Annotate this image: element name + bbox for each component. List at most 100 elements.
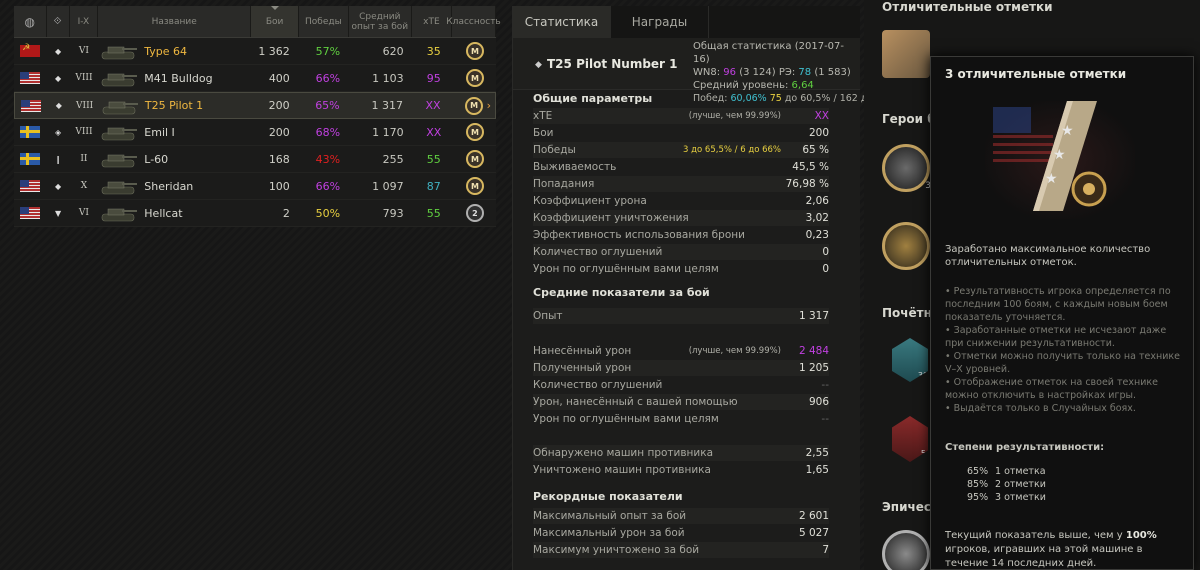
wins-cell: 43%: [300, 146, 350, 172]
chevron-right-icon: ›: [486, 99, 491, 112]
wins-line-current: 60,06%: [730, 93, 767, 104]
stats-tabs: Статистика Награды: [513, 6, 860, 38]
epic-medal[interactable]: [882, 530, 930, 570]
stat-label: Опыт: [533, 310, 563, 322]
tier-value: VIII: [75, 127, 93, 137]
sort-nation-header[interactable]: ◍: [14, 6, 47, 37]
honorary-medal-2[interactable]: 5: [892, 416, 928, 462]
vehicle-class-icon: ◆: [54, 181, 62, 191]
stat-value: 0: [822, 263, 829, 275]
sort-tier-header[interactable]: I-X: [70, 6, 99, 37]
overall-stats: Общая статистика (2017-07-16) WN8: 96 (3…: [693, 40, 860, 92]
tab-statistics[interactable]: Статистика: [513, 6, 611, 38]
mastery-badge-icon: M: [465, 69, 484, 87]
vehicle-type: ◆: [47, 65, 70, 91]
wins-line-next-count: 75: [769, 93, 782, 104]
sort-avg-xp-header[interactable]: Средний опыт за бой: [349, 6, 412, 37]
table-row[interactable]: ◆ VIII T25 Pilot 1 200 65% 1 317 XX M ›: [14, 92, 496, 119]
table-header: ◍ ⟐ I-X Название Бои Победы Средний опыт…: [14, 6, 501, 38]
stat-label: Коэффициент урона: [533, 195, 647, 207]
xte-cell: 95: [414, 65, 454, 91]
stat-label: Уничтожено машин противника: [533, 464, 711, 476]
vehicle-type: ▼: [47, 200, 70, 226]
vehicle-class-icon: ◆: [54, 73, 62, 83]
degree-row: 65% 1 отметка: [967, 465, 1046, 478]
stat-label: Количество оглушений: [533, 246, 663, 258]
name-cell: Hellcat: [98, 200, 251, 226]
svg-text:★: ★: [1061, 123, 1074, 139]
sort-type-header[interactable]: ⟐: [47, 6, 70, 37]
battles-cell: 2: [252, 200, 300, 226]
degree-label: 2 отметки: [995, 479, 1046, 490]
stat-label: Бои: [533, 127, 554, 139]
xte-value: 35: [426, 44, 441, 58]
vehicle-stats-panel: Статистика Награды ◆ T25 Pilot Number 1 …: [512, 6, 882, 570]
current-text-a: Текущий показатель выше, чем у: [945, 530, 1123, 541]
marks-tooltip: 3 отличительные отметки ★ ★ ★ Заработано…: [930, 56, 1194, 570]
stat-value: 1 205: [798, 362, 829, 374]
nation-flag: [15, 93, 47, 118]
tank-name: Sheridan: [144, 179, 194, 193]
mastery-cell: M: [454, 146, 496, 172]
degree-pct: 65%: [967, 466, 989, 477]
honorary-medal-1[interactable]: 30: [892, 338, 928, 382]
table-row[interactable]: ◆ VIII M41 Bulldog 400 66% 1 103 95 M: [14, 65, 496, 92]
stat-row: Обнаружено машин противника 2,55: [533, 445, 829, 461]
tank-icon: [99, 95, 139, 117]
steel-wall-medal[interactable]: [882, 222, 930, 270]
stat-row: Урон по оглушённым вами целям --: [533, 411, 829, 427]
tier-value: VIII: [75, 73, 93, 83]
mastery-cell: M: [454, 65, 496, 91]
tooltip-bullet: • Заработанные отметки не исчезают даже …: [945, 325, 1167, 349]
wins-cell: 66%: [300, 173, 350, 199]
stat-note: 3 до 65,5% / 6 до 66%: [683, 145, 781, 155]
marks-of-excellence-medal[interactable]: [882, 30, 930, 78]
stat-row: Выживаемость 45,5 %: [533, 159, 829, 175]
svg-text:★: ★: [1053, 147, 1066, 163]
tank-name: L-60: [144, 152, 169, 166]
wins-value: 65%: [315, 99, 340, 112]
xte-cell: XX: [414, 119, 454, 145]
vehicle-type: ◆: [47, 173, 70, 199]
stats-body: Общие параметры Побед: 60,06% 75 до 60,5…: [513, 90, 882, 570]
xp-cell: 255: [350, 146, 414, 172]
battles-value: 1 362: [258, 44, 290, 58]
table-row[interactable]: ▼ VI Hellcat 2 50% 793 55 2: [14, 200, 496, 227]
top-gun-medal[interactable]: 3: [882, 144, 931, 192]
tank-icon: [98, 148, 138, 170]
degrees-list: 65% 1 отметка 85% 2 отметки 95% 3 отметки: [967, 465, 1046, 504]
table-row[interactable]: ◆ X Sheridan 100 66% 1 097 87 M: [14, 173, 496, 200]
stat-label: Попадания: [533, 178, 595, 190]
table-row[interactable]: ❙ II L-60 168 43% 255 55 M: [14, 146, 496, 173]
flag-icon: [20, 207, 41, 219]
battles-cell: 200: [251, 93, 299, 118]
name-cell: T25 Pilot 1: [99, 93, 252, 118]
wins-cell: 68%: [300, 119, 350, 145]
tank-name: Hellcat: [144, 206, 183, 220]
current-pct: 100%: [1125, 530, 1157, 541]
nation-flag: [14, 173, 47, 199]
nation-flag: [14, 65, 47, 91]
wins-value: 43%: [315, 152, 341, 166]
battles-value: 200: [268, 125, 290, 139]
sort-name-header[interactable]: Название: [98, 6, 252, 37]
sort-mastery-header[interactable]: Классность: [446, 6, 501, 37]
table-row[interactable]: ◆ VI Type 64 1 362 57% 620 35 M: [14, 38, 496, 65]
avg-section-title: Средние показатели за бой: [533, 286, 710, 299]
stat-row: Бои 200: [533, 125, 829, 141]
table-row[interactable]: ◈ VIII Emil I 200 68% 1 170 XX M: [14, 119, 496, 146]
tab-awards[interactable]: Награды: [611, 6, 709, 38]
rating-line: WN8: 96 (3 124) РЭ: 78 (1 583): [693, 66, 860, 79]
stat-label: Урон по оглушённым вами целям: [533, 413, 719, 425]
battles-value: 200: [268, 99, 290, 112]
wins-value: 68%: [315, 125, 341, 139]
sort-battles-header[interactable]: Бои: [251, 6, 299, 37]
vehicle-class-icon: ❙: [54, 154, 62, 164]
sort-wins-header[interactable]: Победы: [299, 6, 349, 37]
battles-cell: 400: [252, 65, 300, 91]
stat-label: Максимальный опыт за бой: [533, 510, 687, 522]
wins-cell: 66%: [300, 65, 350, 91]
battles-value: 168: [268, 152, 290, 166]
stat-label: Обнаружено машин противника: [533, 447, 714, 459]
svg-text:★: ★: [1045, 171, 1058, 187]
